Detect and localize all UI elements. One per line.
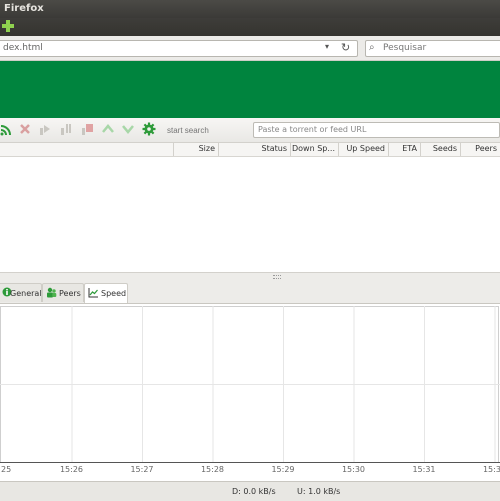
column-down-speed[interactable]: Down Sp... [290,143,339,156]
window-title-bar: Firefox [0,0,500,18]
x-tick-label: 15:29 [271,465,294,474]
settings-gear-icon[interactable] [142,122,156,136]
tab-speed[interactable]: Speed [84,283,128,303]
x-tick-label: 15:27 [130,465,153,474]
column-up-speed[interactable]: Up Speed [338,143,389,156]
new-tab-plus-icon[interactable] [1,19,15,33]
tab-peers[interactable]: Peers [42,283,84,302]
detail-tabs: General Peers Speed [0,281,500,304]
move-up-icon[interactable] [101,122,115,136]
torrent-list[interactable] [0,157,500,272]
column-seeds[interactable]: Seeds [420,143,461,156]
x-tick-label: 15:28 [201,465,224,474]
search-input[interactable]: ⌕ Pesquisar [365,40,500,57]
window-title: Firefox [4,3,44,14]
x-tick-label: 15:26 [60,465,83,474]
peers-icon [47,287,57,298]
torrent-search-input[interactable] [165,123,249,137]
column-status[interactable]: Status [218,143,291,156]
app-header-banner [0,61,500,118]
x-tick-label: 25 [1,465,11,474]
navigation-bar: dex.html ▾ ↻ ⌕ Pesquisar [0,36,500,61]
url-history-dropdown-icon[interactable]: ▾ [325,42,329,51]
x-tick-label: 15:30 [342,465,365,474]
pause-icon[interactable] [59,122,73,136]
status-bar: D: 0.0 kB/s U: 1.0 kB/s [0,481,500,501]
tab-speed-label: Speed [101,289,127,298]
download-speed-status: D: 0.0 kB/s [232,487,276,496]
stop-icon[interactable] [80,122,94,136]
reload-icon[interactable]: ↻ [341,41,350,54]
speed-chart-icon [88,288,98,298]
start-icon[interactable] [38,122,52,136]
speed-chart: 25 15:26 15:27 15:28 15:29 15:30 15:31 15:32 [0,304,500,480]
tab-strip [0,18,500,36]
torrent-url-placeholder: Paste a torrent or feed URL [258,125,367,134]
column-size[interactable]: Size [173,143,219,156]
x-tick-label: 15:31 [412,465,435,474]
tab-general[interactable]: General [0,283,42,302]
torrent-list-header: Size Status Down Sp... Up Speed ETA Seed… [0,143,500,157]
torrent-url-input[interactable]: Paste a torrent or feed URL [253,122,500,138]
x-tick-label: 15:32 [483,465,500,474]
search-icon: ⌕ [369,42,375,53]
url-text: dex.html [3,43,43,53]
move-down-icon[interactable] [121,122,135,136]
tab-general-label: General [10,289,42,298]
rss-icon[interactable] [0,122,14,136]
url-bar[interactable]: dex.html ▾ ↻ [0,40,358,57]
column-eta[interactable]: ETA [388,143,421,156]
torrent-toolbar: Paste a torrent or feed URL [0,118,500,143]
remove-icon[interactable] [18,122,32,136]
speed-chart-canvas: 25 15:26 15:27 15:28 15:29 15:30 15:31 15:32 [0,306,500,474]
column-peers[interactable]: Peers [460,143,500,156]
upload-speed-status: U: 1.0 kB/s [297,487,341,496]
splitter-grip-icon [273,275,281,279]
tab-peers-label: Peers [59,289,81,298]
search-placeholder: Pesquisar [383,43,427,53]
